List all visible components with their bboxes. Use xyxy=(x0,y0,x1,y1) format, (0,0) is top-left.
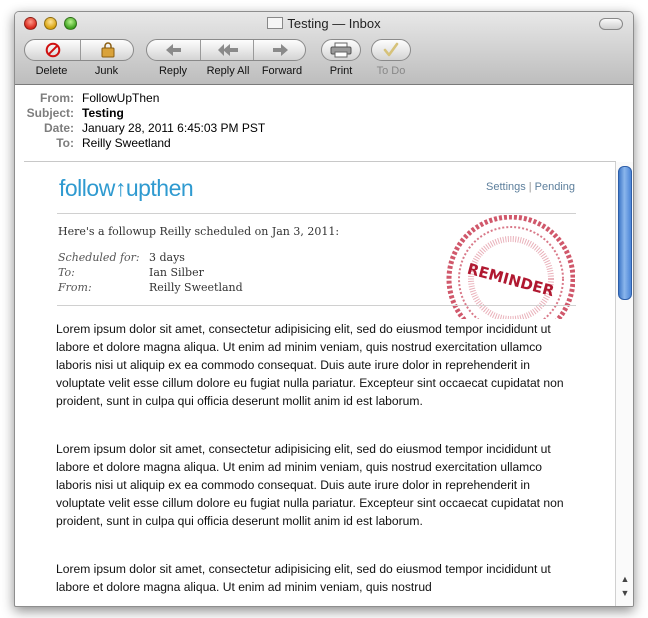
reply-all-icon xyxy=(217,44,238,56)
meta-from-label: From: xyxy=(58,281,92,294)
title-toolbar: Testing — Inbox Delete Junk Reply Reply … xyxy=(15,12,633,85)
delete-icon xyxy=(45,42,60,58)
subject-label: Subject: xyxy=(26,106,74,120)
email-divider-top xyxy=(57,213,576,214)
logo-text-upthen: upthen xyxy=(125,175,194,201)
message-body: follow↑upthen Settings | Pending Here's a … xyxy=(15,162,615,606)
link-divider: | xyxy=(528,181,532,193)
meta-to-value: Ian Silber xyxy=(149,266,204,279)
followupthen-logo: follow↑upthen xyxy=(59,175,194,202)
from-value[interactable]: FollowUpThen xyxy=(82,91,159,105)
toolbar-toggle-button[interactable] xyxy=(599,18,623,30)
header-links: Settings | Pending xyxy=(486,181,575,193)
reply-button[interactable] xyxy=(147,40,200,60)
meta-to-label: To: xyxy=(58,266,75,279)
reminder-stamp: REMINDER xyxy=(446,215,575,319)
reply-icon xyxy=(165,44,181,56)
delete-button[interactable] xyxy=(25,40,80,60)
meta-to: To: Ian Silber xyxy=(58,266,204,279)
window-title-text: Testing — Inbox xyxy=(287,16,381,31)
logo-text-follow: follow xyxy=(59,175,115,201)
subject-value: Testing xyxy=(82,106,124,120)
delete-label: Delete xyxy=(35,65,68,77)
checkmark-icon xyxy=(383,42,399,57)
body-paragraph-1: Lorem ipsum dolor sit amet, consectetur … xyxy=(56,322,564,408)
junk-icon xyxy=(101,42,114,58)
reply-all-label: Reply All xyxy=(206,65,250,77)
meta-scheduled: Scheduled for: 3 days xyxy=(58,251,185,264)
vertical-scrollbar[interactable]: ▲ ▼ xyxy=(615,162,633,606)
envelope-icon xyxy=(267,17,284,29)
email-divider-bottom xyxy=(57,305,576,306)
mail-window: Testing — Inbox Delete Junk Reply Reply … xyxy=(14,11,634,607)
junk-label: Junk xyxy=(94,65,119,77)
date-label: Date: xyxy=(43,121,74,135)
scroll-up-arrow-icon[interactable]: ▲ xyxy=(619,573,631,585)
scroll-down-arrow-icon[interactable]: ▼ xyxy=(619,587,631,599)
meta-from-value: Reilly Sweetland xyxy=(149,281,243,294)
from-label: From: xyxy=(40,91,74,105)
forward-button[interactable] xyxy=(253,40,306,60)
forward-icon xyxy=(273,44,288,56)
meta-scheduled-label: Scheduled for: xyxy=(58,251,140,264)
followup-intro: Here's a followup Reilly scheduled on Ja… xyxy=(58,225,340,238)
up-arrow-icon: ↑ xyxy=(114,175,127,201)
meta-scheduled-value: 3 days xyxy=(149,251,185,264)
print-button[interactable] xyxy=(321,39,361,61)
body-paragraph-2: Lorem ipsum dolor sit amet, consectetur … xyxy=(56,442,564,528)
scrollbar-thumb[interactable] xyxy=(618,166,632,300)
printer-icon xyxy=(330,42,352,58)
reply-label: Reply xyxy=(158,65,188,77)
window-title: Testing — Inbox xyxy=(15,16,633,31)
to-label: To: xyxy=(56,136,74,150)
date-value: January 28, 2011 6:45:03 PM PST xyxy=(82,121,266,135)
stamp-text: REMINDER xyxy=(465,260,556,301)
pending-link[interactable]: Pending xyxy=(535,181,575,193)
todo-label: To Do xyxy=(376,65,406,77)
reply-group xyxy=(146,39,306,61)
body-paragraph-3: Lorem ipsum dolor sit amet, consectetur … xyxy=(56,562,551,594)
meta-from: From: Reilly Sweetland xyxy=(58,281,243,294)
todo-button[interactable] xyxy=(371,39,411,61)
junk-button[interactable] xyxy=(80,40,134,60)
delete-junk-group xyxy=(24,39,134,61)
forward-label: Forward xyxy=(261,65,303,77)
reply-all-button[interactable] xyxy=(200,40,254,60)
settings-link[interactable]: Settings xyxy=(486,181,526,193)
to-value[interactable]: Reilly Sweetland xyxy=(82,136,171,150)
print-label: Print xyxy=(329,65,353,77)
